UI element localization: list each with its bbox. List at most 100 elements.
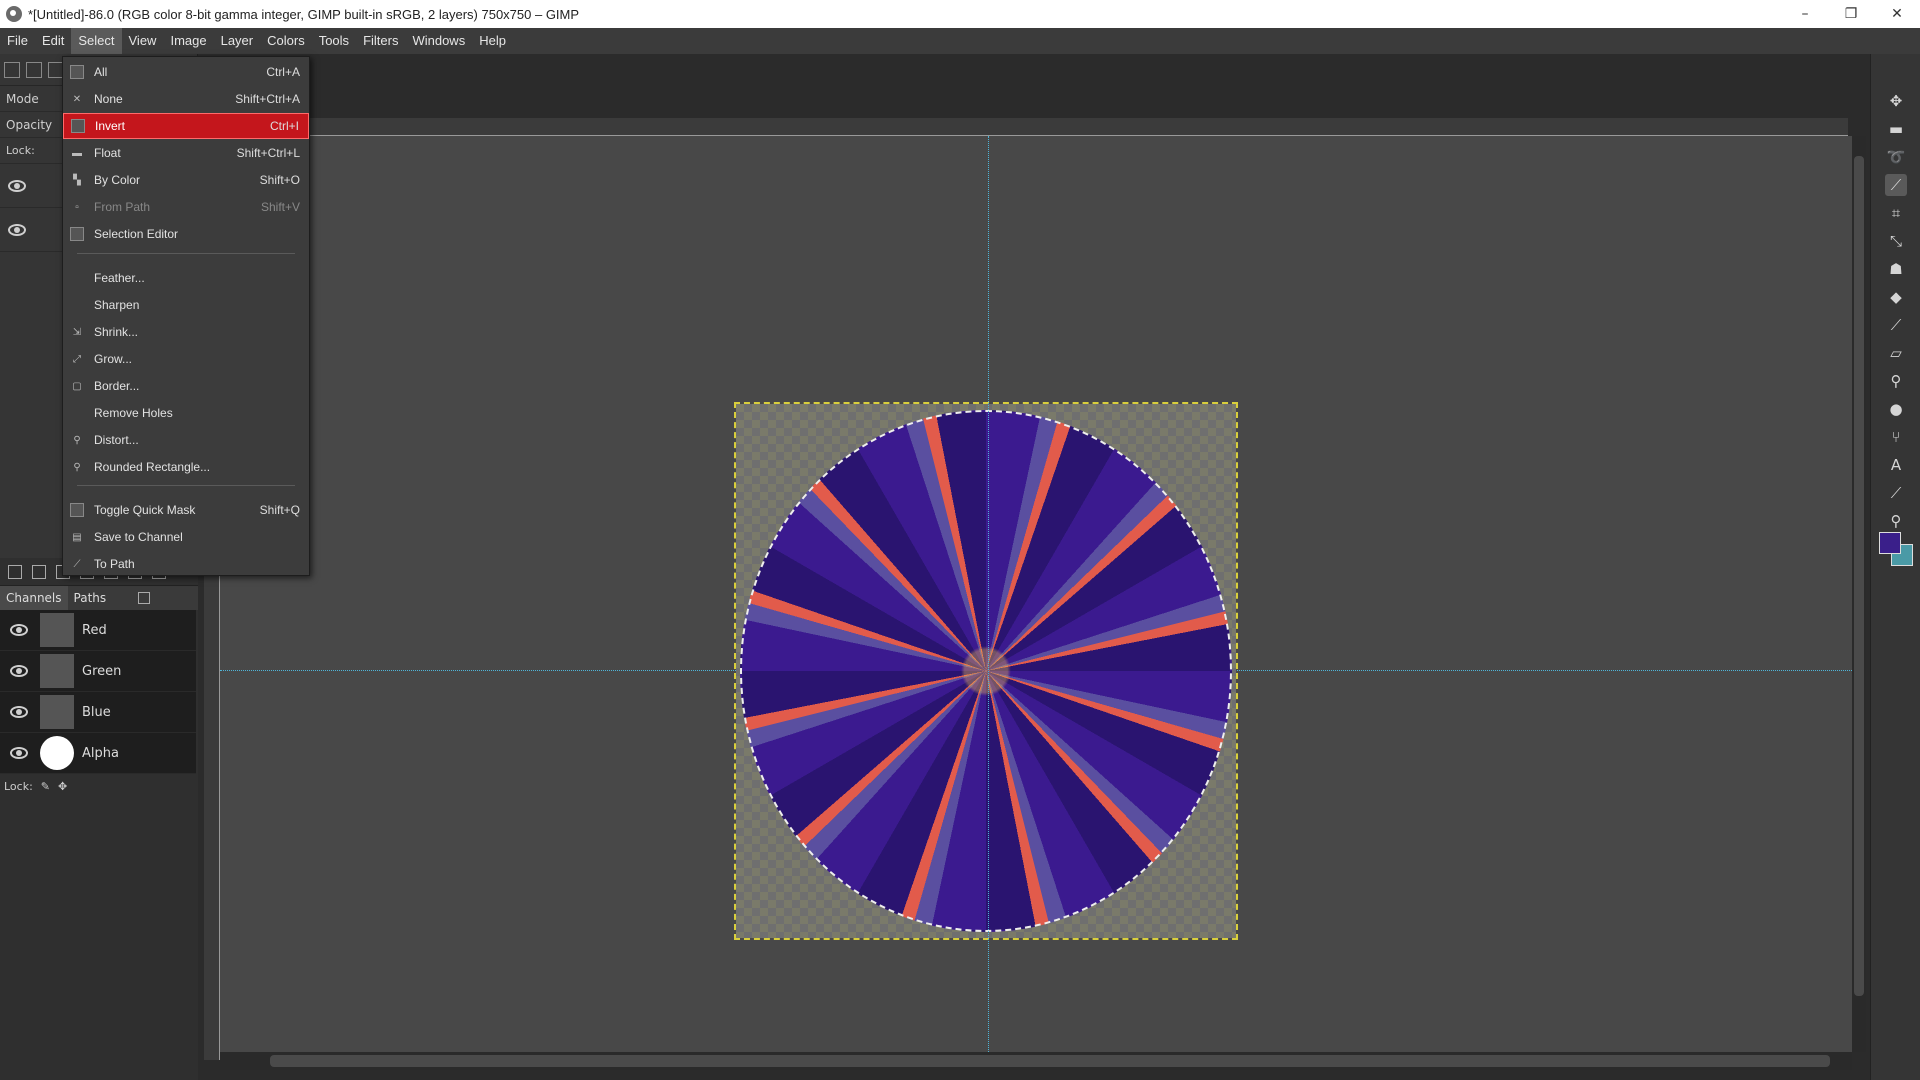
eye-icon[interactable] — [10, 665, 28, 677]
bucket-fill-tool-icon[interactable]: ◆ — [1885, 286, 1907, 308]
channel-thumbnail — [40, 654, 74, 688]
horizontal-ruler[interactable] — [310, 118, 1848, 136]
vertical-scrollbar[interactable] — [1852, 136, 1866, 1052]
eye-icon[interactable] — [10, 624, 28, 636]
foreground-color-swatch[interactable] — [1879, 532, 1901, 554]
channel-row[interactable]: Green — [0, 651, 196, 692]
menu-view[interactable]: View — [122, 28, 164, 54]
vertical-guide[interactable] — [988, 136, 989, 1052]
paths-tool-icon[interactable]: ⑂ — [1885, 426, 1907, 448]
move-tool-icon[interactable]: ✥ — [1885, 90, 1907, 112]
menu-item-label: Rounded Rectangle... — [94, 460, 211, 474]
menu-item-all[interactable]: All Ctrl+A — [63, 59, 309, 85]
float-icon: ▬ — [72, 147, 82, 159]
eye-icon[interactable] — [8, 179, 26, 192]
image-canvas[interactable] — [220, 136, 1852, 1052]
select-by-color-icon: ▚ — [73, 174, 81, 186]
menu-item-label: Feather... — [94, 271, 145, 285]
vertical-ruler[interactable] — [204, 560, 220, 1060]
eraser-tool-icon[interactable]: ▱ — [1885, 342, 1907, 364]
menu-item-selection-editor[interactable]: Selection Editor — [63, 221, 309, 247]
menu-item-rounded-rectangle[interactable]: ⚲ Rounded Rectangle... — [63, 454, 309, 480]
configure-tab-icon[interactable] — [138, 592, 150, 604]
menu-layer[interactable]: Layer — [214, 28, 261, 54]
lasso-tool-icon[interactable]: ➰ — [1885, 146, 1907, 168]
scrollbar-thumb[interactable] — [1854, 156, 1864, 996]
scrollbar-thumb[interactable] — [270, 1055, 1830, 1067]
tab-channels[interactable]: Channels — [0, 586, 68, 610]
menu-item-remove-holes[interactable]: Remove Holes — [63, 400, 309, 426]
eye-icon[interactable] — [10, 706, 28, 718]
new-group-icon[interactable] — [32, 564, 46, 579]
menu-item-feather[interactable]: Feather... — [63, 265, 309, 291]
menu-item-label: Sharpen — [94, 298, 140, 312]
horizontal-scrollbar[interactable] — [220, 1052, 1852, 1070]
close-button[interactable]: ✕ — [1874, 0, 1920, 28]
feather-icon — [70, 271, 84, 285]
menu-image[interactable]: Image — [163, 28, 213, 54]
selection-editor-icon — [70, 227, 84, 241]
unified-transform-tool-icon[interactable]: ⤡ — [1885, 230, 1907, 252]
menu-item-shrink[interactable]: ⇲ Shrink... — [63, 319, 309, 345]
save-channel-icon: ▤ — [72, 531, 82, 543]
menu-filters[interactable]: Filters — [356, 28, 405, 54]
text-tool-icon[interactable]: A — [1885, 454, 1907, 476]
menu-select[interactable]: Select — [71, 28, 122, 54]
menu-item-float[interactable]: ▬ Float Shift+Ctrl+L — [63, 140, 309, 166]
distort-icon: ⚲ — [73, 434, 81, 446]
crop-tool-icon[interactable]: ⌗ — [1885, 202, 1907, 224]
zoom-tool-icon[interactable]: ⚲ — [1885, 510, 1907, 532]
image-layer[interactable] — [734, 402, 1238, 940]
rounded-rectangle-icon: ⚲ — [73, 461, 81, 473]
menu-item-border[interactable]: ▢ Border... — [63, 373, 309, 399]
menu-help[interactable]: Help — [472, 28, 513, 54]
menu-item-label: All — [94, 65, 108, 79]
menu-file[interactable]: File — [0, 28, 35, 54]
menu-item-by-color[interactable]: ▚ By Color Shift+O — [63, 167, 309, 193]
menu-item-label: Distort... — [94, 433, 139, 447]
menu-item-invert[interactable]: Invert Ctrl+I — [63, 113, 309, 139]
channel-row[interactable]: Alpha — [0, 733, 196, 774]
eye-icon[interactable] — [8, 223, 26, 236]
menu-item-distort[interactable]: ⚲ Distort... — [63, 427, 309, 453]
eye-icon[interactable] — [10, 747, 28, 759]
menu-colors[interactable]: Colors — [260, 28, 312, 54]
shrink-icon: ⇲ — [72, 326, 82, 338]
menu-item-label: Selection Editor — [94, 227, 179, 241]
fuzzy-select-tool-icon[interactable]: ⟋ — [1885, 174, 1907, 196]
menu-item-label: Invert — [95, 119, 126, 133]
channel-name: Alpha — [82, 745, 119, 761]
menu-item-from-path[interactable]: ▫ From Path Shift+V — [63, 194, 309, 220]
maximize-button[interactable]: ❐ — [1828, 0, 1874, 28]
menu-item-to-path[interactable]: ⟋ To Path — [63, 551, 309, 577]
paintbrush-tool-icon[interactable]: ⟋ — [1885, 314, 1907, 336]
to-path-icon: ⟋ — [73, 558, 81, 570]
warp-tool-icon[interactable]: ☗ — [1885, 258, 1907, 280]
channels-lock-row: Lock: ✎ ✥ — [0, 774, 198, 798]
tab-tool-options-icon[interactable] — [4, 61, 20, 78]
channels-list: Red Green Blue Alpha — [0, 610, 196, 774]
clone-tool-icon[interactable]: ⚲ — [1885, 370, 1907, 392]
smudge-tool-icon[interactable]: ● — [1885, 398, 1907, 420]
channel-row[interactable]: Red — [0, 610, 196, 651]
new-layer-icon[interactable] — [8, 564, 22, 579]
tab-paths[interactable]: Paths — [68, 586, 113, 610]
menu-edit[interactable]: Edit — [35, 28, 71, 54]
minimize-button[interactable]: – — [1782, 0, 1828, 28]
lock-position-icon[interactable]: ✥ — [58, 780, 67, 793]
menu-item-label: Toggle Quick Mask — [94, 503, 196, 517]
lock-pixels-icon[interactable]: ✎ — [41, 780, 50, 793]
channel-row[interactable]: Blue — [0, 692, 196, 733]
menu-item-grow[interactable]: ⤢ Grow... — [63, 346, 309, 372]
menu-item-sharpen[interactable]: Sharpen — [63, 292, 309, 318]
menu-tools[interactable]: Tools — [312, 28, 356, 54]
menu-item-toggle-quick-mask[interactable]: Toggle Quick Mask Shift+Q — [63, 497, 309, 523]
menu-item-save-to-channel[interactable]: ▤ Save to Channel — [63, 524, 309, 550]
tab-layers-icon[interactable] — [26, 61, 42, 78]
menu-item-none[interactable]: ✕ None Shift+Ctrl+A — [63, 86, 309, 112]
color-picker-tool-icon[interactable]: ⟋ — [1885, 482, 1907, 504]
circular-selection[interactable] — [740, 410, 1232, 932]
rect-select-tool-icon[interactable]: ▬ — [1885, 118, 1907, 140]
menu-windows[interactable]: Windows — [405, 28, 472, 54]
menu-item-label: Remove Holes — [94, 406, 173, 420]
